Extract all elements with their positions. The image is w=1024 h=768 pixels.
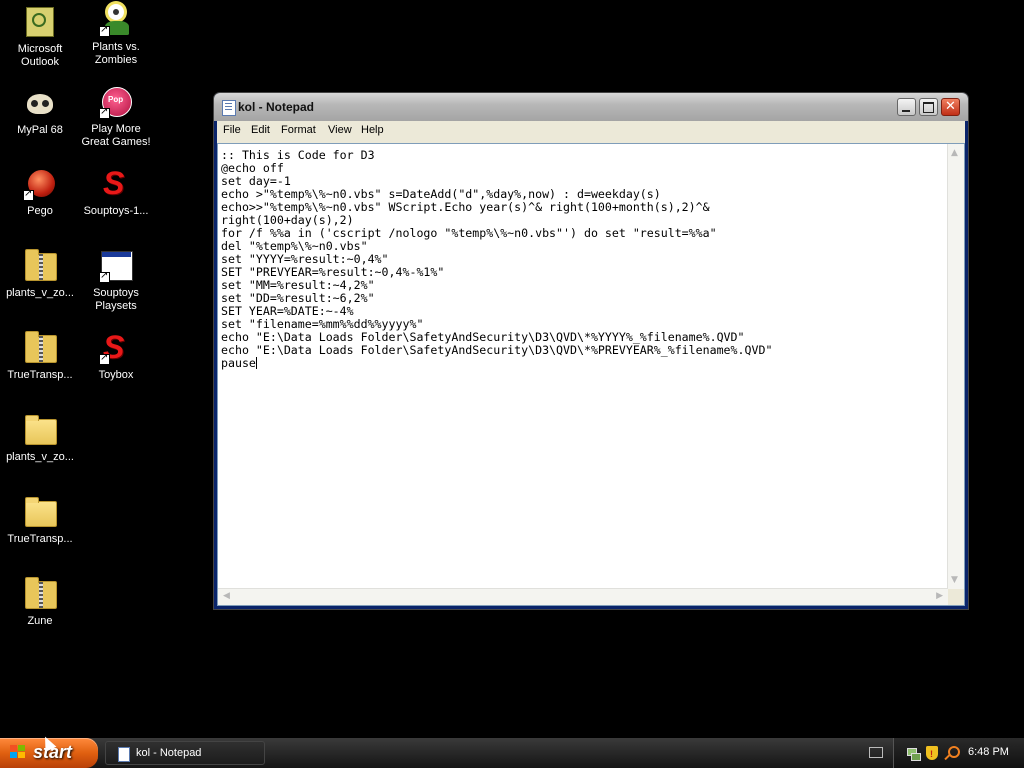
desktop-icon-microsoft-outlook[interactable]: Microsoft Outlook xyxy=(0,5,80,69)
desktop-icon-toybox[interactable]: S Toybox xyxy=(76,329,156,382)
pego-icon xyxy=(23,167,57,201)
scroll-right-arrow-icon[interactable]: ▶ xyxy=(936,591,943,601)
window-frame: File Edit Format View Help :: This is Co… xyxy=(217,121,965,606)
window-app-icon xyxy=(99,249,133,283)
title-bar[interactable]: kol - Notepad xyxy=(214,93,968,121)
scroll-left-arrow-icon[interactable]: ◀ xyxy=(223,591,230,601)
taskbar-item-label: kol - Notepad xyxy=(136,747,202,759)
notepad-icon[interactable] xyxy=(222,100,236,116)
taskbar: start kol - Notepad ! 6:48 PM xyxy=(0,738,1024,768)
network-icon[interactable] xyxy=(906,746,921,761)
security-shield-icon[interactable]: ! xyxy=(925,746,939,760)
desktop-icon-zune[interactable]: Zune xyxy=(0,577,80,628)
desktop-icon-label: MyPal 68 xyxy=(17,124,63,136)
zip-folder-icon xyxy=(23,331,57,365)
desktop-icon-label: TrueTransp... xyxy=(7,369,73,381)
close-button[interactable] xyxy=(941,98,960,116)
desktop-icon-play-more-great-games[interactable]: Pop Play MoreGreat Games! xyxy=(76,85,156,149)
desktop-icon-souptoys[interactable]: S Souptoys-1... xyxy=(76,165,156,218)
popcap-icon: Pop xyxy=(99,85,133,119)
desktop-icon-truetransp-zip[interactable]: TrueTransp... xyxy=(0,331,80,382)
notepad-window[interactable]: kol - Notepad File Edit Format View Help… xyxy=(214,93,968,609)
menu-edit[interactable]: Edit xyxy=(251,124,270,136)
notepad-icon xyxy=(118,747,130,762)
desktop-icon-truetransp-folder[interactable]: TrueTransp... xyxy=(0,495,80,546)
horizontal-scrollbar[interactable]: ◀ ▶ xyxy=(218,588,948,605)
desktop-icon-label: Toybox xyxy=(98,369,134,381)
search-icon[interactable] xyxy=(944,746,960,761)
vertical-scrollbar[interactable]: ▲ ▼ xyxy=(947,144,964,589)
menu-bar: File Edit Format View Help xyxy=(217,121,965,141)
desktop-icon-label: Souptoys Playsets xyxy=(93,287,139,312)
keyboard-icon[interactable] xyxy=(869,747,883,758)
desktop-icon-label: Play More Great Games! xyxy=(81,123,151,148)
zip-folder-icon xyxy=(23,577,57,611)
desktop-icon-plants-v-zombies-zip[interactable]: plants_v_zo... xyxy=(0,249,80,300)
desktop-icon-mypal[interactable]: MyPal 68 xyxy=(0,86,80,137)
taskbar-item-notepad[interactable]: kol - Notepad xyxy=(105,741,265,765)
scroll-up-arrow-icon[interactable]: ▲ xyxy=(951,148,958,158)
mypal-icon xyxy=(23,86,57,120)
menu-format[interactable]: Format xyxy=(281,124,316,136)
desktop-icon-souptoys-playsets[interactable]: SouptoysPlaysets xyxy=(76,249,156,313)
minimize-button[interactable] xyxy=(897,98,916,116)
maximize-button[interactable] xyxy=(919,98,938,116)
desktop-icon-plants-vs-zombies[interactable]: Plants vs.Zombies xyxy=(76,3,156,67)
desktop-icon-label: plants_v_zo... xyxy=(6,287,74,299)
desktop-icon-label: Souptoys-1... xyxy=(83,205,149,217)
souptoys-icon: S xyxy=(103,165,125,201)
editor-content[interactable]: :: This is Code for D3 @echo off set day… xyxy=(221,148,772,370)
size-grip[interactable] xyxy=(948,589,964,605)
desktop-icon-label: Zune xyxy=(27,615,53,627)
desktop-icon-plants-v-zombies-folder[interactable]: plants_v_zo... xyxy=(0,413,80,464)
system-tray: ! 6:48 PM xyxy=(893,738,1024,768)
clock[interactable]: 6:48 PM xyxy=(968,746,1009,758)
menu-view[interactable]: View xyxy=(328,124,352,136)
menu-file[interactable]: File xyxy=(223,124,241,136)
scroll-down-arrow-icon[interactable]: ▼ xyxy=(951,575,958,585)
window-title: kol - Notepad xyxy=(238,100,315,114)
desktop-icon-label: Microsoft Outlook xyxy=(17,43,63,68)
desktop-icon-label: TrueTransp... xyxy=(7,533,73,545)
text-caret xyxy=(255,357,257,369)
text-editor[interactable]: :: This is Code for D3 @echo off set day… xyxy=(217,143,965,606)
desktop-icon-label: Plants vs. Zombies xyxy=(92,41,140,66)
zip-folder-icon xyxy=(23,249,57,283)
desktop-icon-label: Pego xyxy=(27,205,53,217)
desktop-icon-pego[interactable]: Pego xyxy=(0,167,80,218)
folder-icon xyxy=(23,495,57,529)
outlook-icon xyxy=(23,5,57,39)
windows-logo-icon xyxy=(10,745,27,761)
souptoys-icon: S xyxy=(99,329,133,365)
desktop-icon-label: plants_v_zo... xyxy=(6,451,74,463)
plants-vs-zombies-icon xyxy=(99,3,133,37)
folder-icon xyxy=(23,413,57,447)
menu-help[interactable]: Help xyxy=(361,124,384,136)
